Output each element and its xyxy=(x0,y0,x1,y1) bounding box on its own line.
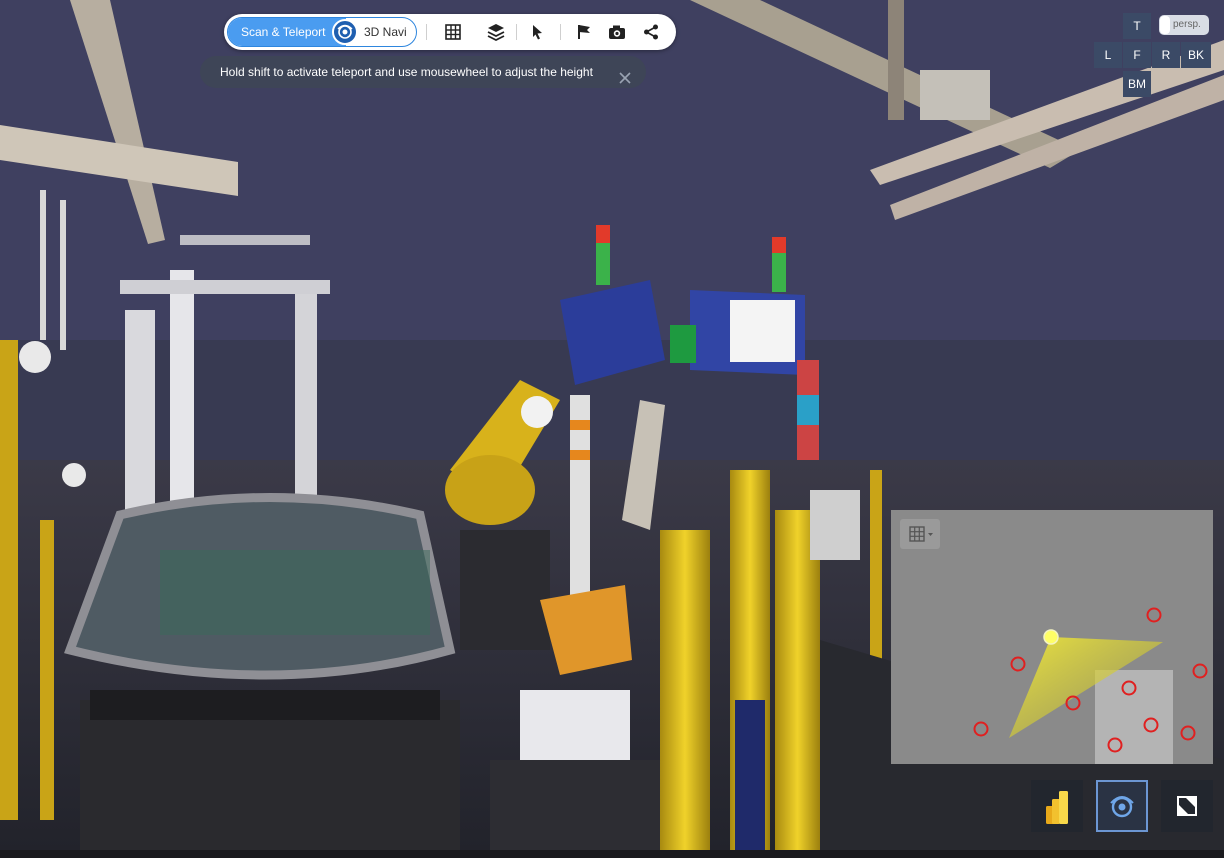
scan-marker[interactable] xyxy=(1180,725,1196,741)
3d-navi-button[interactable]: 3D Navi xyxy=(364,18,407,46)
power-bi-button[interactable] xyxy=(1031,780,1083,832)
layers-icon[interactable] xyxy=(486,22,506,42)
grid-icon[interactable] xyxy=(443,22,463,42)
status-bar xyxy=(0,850,1224,858)
grid-icon xyxy=(909,526,933,542)
camera-icon[interactable] xyxy=(607,22,627,42)
view-left-button[interactable]: L xyxy=(1094,42,1122,68)
scan-marker[interactable] xyxy=(1192,663,1208,679)
close-icon[interactable] xyxy=(618,65,632,84)
view-top-button[interactable]: T xyxy=(1123,13,1151,39)
hint-text: Hold shift to activate teleport and use … xyxy=(220,65,593,79)
top-toolbar: Scan & Teleport 3D Navi xyxy=(224,14,676,50)
scan-marker[interactable] xyxy=(1143,717,1159,733)
camera-position-marker[interactable] xyxy=(1043,629,1059,645)
toolbar-separator xyxy=(560,24,561,40)
minimap[interactable] xyxy=(891,510,1213,764)
projection-toggle[interactable]: persp. xyxy=(1159,15,1209,35)
toolbar-separator xyxy=(426,24,427,40)
projection-label: persp. xyxy=(1173,19,1201,30)
scan-marker[interactable] xyxy=(1121,680,1137,696)
scan-marker[interactable] xyxy=(1065,695,1081,711)
view-bottom-button[interactable]: BM xyxy=(1123,71,1151,97)
scan-marker[interactable] xyxy=(1107,737,1123,753)
power-bi-icon xyxy=(1046,791,1068,824)
fullscreen-button[interactable] xyxy=(1161,780,1213,832)
scan-marker[interactable] xyxy=(1146,607,1162,623)
view-back-button[interactable]: BK xyxy=(1181,42,1211,68)
fullscreen-icon xyxy=(1177,796,1197,816)
navigation-sphere-button[interactable] xyxy=(1096,780,1148,832)
teleport-hint-tooltip: Hold shift to activate teleport and use … xyxy=(200,56,646,88)
scan-marker[interactable] xyxy=(973,721,989,737)
view-front-button[interactable]: F xyxy=(1123,42,1151,68)
share-icon[interactable] xyxy=(641,22,661,42)
view-right-button[interactable]: R xyxy=(1152,42,1180,68)
camera-view-cone xyxy=(1009,637,1163,738)
flag-icon[interactable] xyxy=(574,22,594,42)
navigation-mode-toggle[interactable]: Scan & Teleport 3D Navi xyxy=(227,17,417,47)
minimap-room-area xyxy=(1095,670,1173,764)
toolbar-separator xyxy=(516,24,517,40)
pointer-icon[interactable] xyxy=(527,22,547,42)
projection-toggle-knob xyxy=(1160,16,1170,34)
navigation-sphere-icon xyxy=(1110,796,1134,818)
scan-marker[interactable] xyxy=(1010,656,1026,672)
minimap-layer-dropdown[interactable] xyxy=(900,519,940,549)
mode-switch-icon[interactable] xyxy=(332,19,358,45)
scan-teleport-button[interactable]: Scan & Teleport xyxy=(228,18,346,46)
